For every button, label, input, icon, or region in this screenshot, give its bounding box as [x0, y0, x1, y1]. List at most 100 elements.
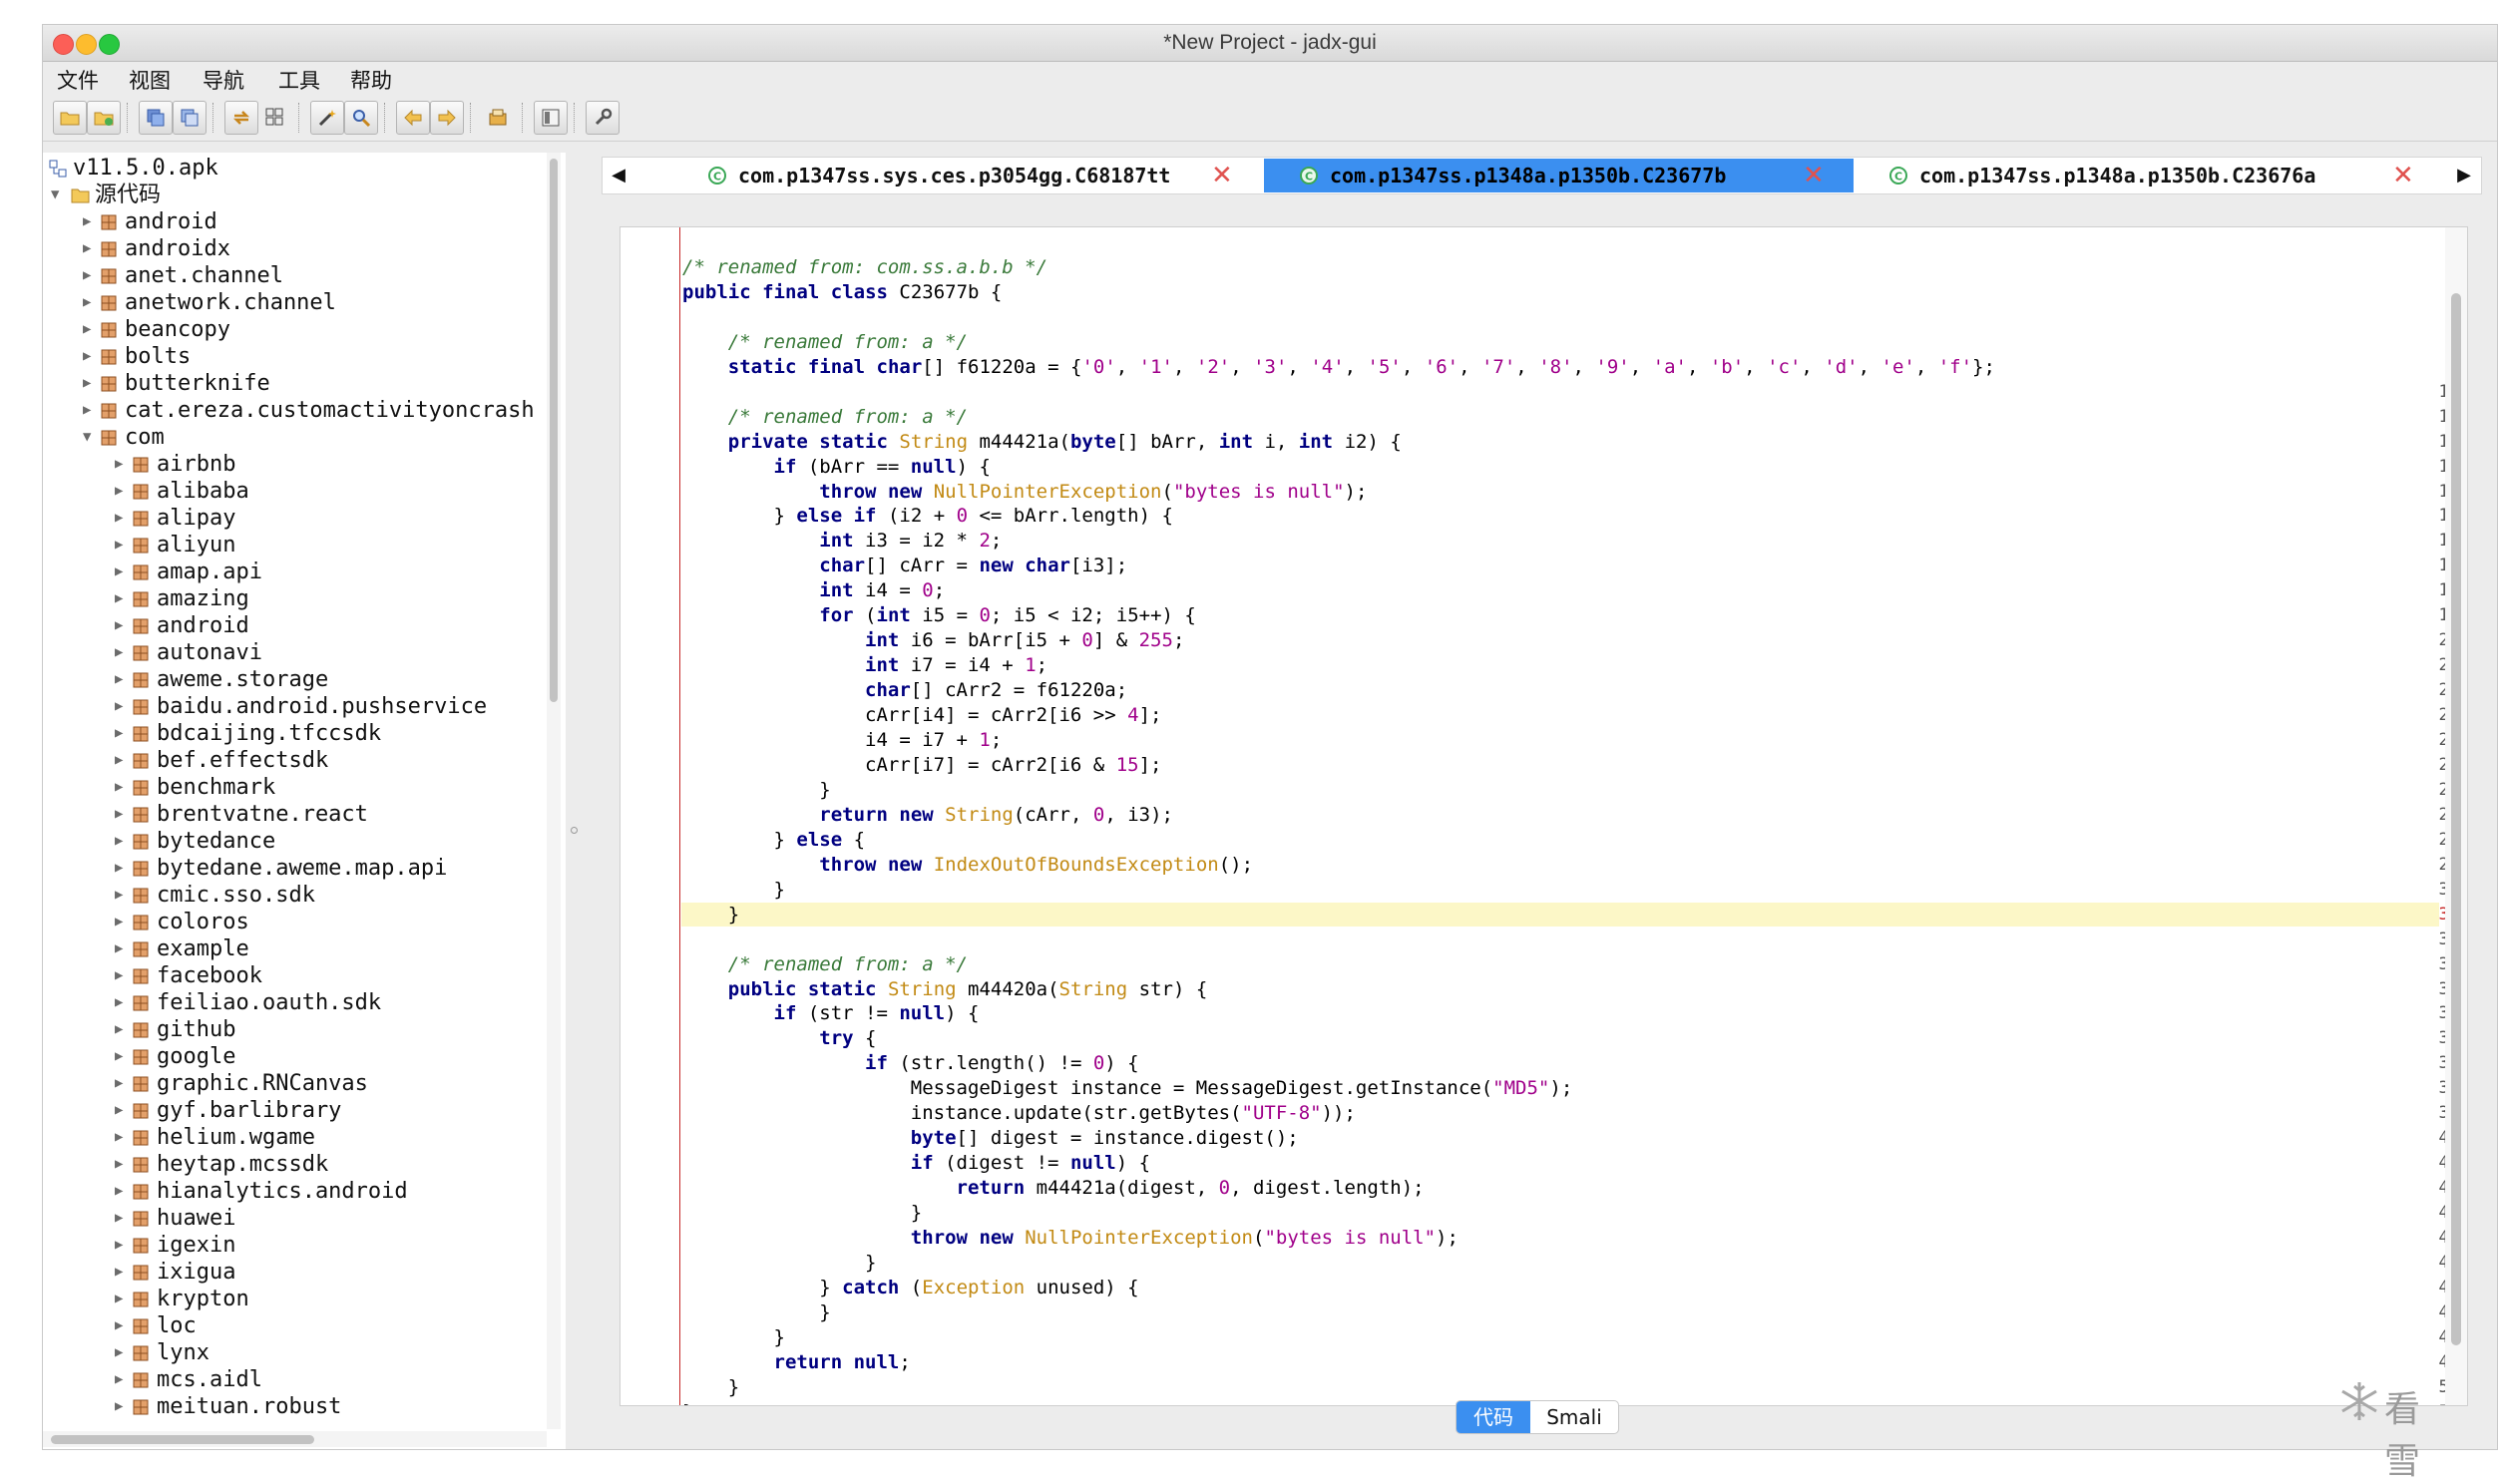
collapsed-arrow-icon[interactable]: ▶ — [115, 1259, 129, 1286]
collapsed-arrow-icon[interactable]: ▶ — [115, 855, 129, 882]
code-line[interactable]: } — [682, 1251, 876, 1275]
code-line[interactable]: } — [682, 1300, 830, 1324]
back-button[interactable] — [396, 101, 430, 135]
collapsed-arrow-icon[interactable]: ▶ — [115, 505, 129, 532]
code-line[interactable]: int i4 = 0; — [682, 578, 945, 602]
code-line[interactable]: } — [682, 1400, 693, 1405]
tab-2[interactable]: Ccom.p1347ss.p1348a.p1350b.C23677b ✕ — [1264, 159, 1854, 192]
collapsed-arrow-icon[interactable]: ▶ — [115, 585, 129, 612]
close-tab-icon[interactable]: ✕ — [1211, 159, 1233, 192]
search-button[interactable] — [344, 101, 378, 135]
collapsed-arrow-icon[interactable]: ▶ — [115, 693, 129, 720]
code-line[interactable]: return m44421a(digest, 0, digest.length)… — [682, 1176, 1425, 1200]
code-line[interactable]: try { — [682, 1026, 876, 1050]
code-line[interactable]: instance.update(str.getBytes("UTF-8")); — [682, 1101, 1356, 1125]
collapsed-arrow-icon[interactable]: ▶ — [115, 747, 129, 774]
code-line[interactable]: if (bArr == null) { — [682, 455, 991, 479]
collapsed-arrow-icon[interactable]: ▶ — [115, 1016, 129, 1043]
collapsed-arrow-icon[interactable]: ▶ — [115, 612, 129, 639]
code-line[interactable]: /* renamed from: com.ss.a.b.b */ — [682, 255, 1047, 279]
splitter-handle[interactable] — [566, 153, 582, 1449]
tree-horizontal-scrollbar[interactable] — [43, 1431, 547, 1447]
collapsed-arrow-icon[interactable]: ▶ — [83, 208, 97, 235]
collapsed-arrow-icon[interactable]: ▶ — [83, 343, 97, 370]
code-line[interactable]: if (str != null) { — [682, 1001, 980, 1025]
wand-button[interactable] — [310, 101, 344, 135]
scroll-thumb[interactable] — [2451, 293, 2461, 1345]
export-button[interactable] — [173, 101, 207, 135]
collapsed-arrow-icon[interactable]: ▶ — [115, 1124, 129, 1151]
collapsed-arrow-icon[interactable]: ▶ — [83, 289, 97, 316]
collapsed-arrow-icon[interactable]: ▶ — [83, 370, 97, 397]
collapsed-arrow-icon[interactable]: ▶ — [115, 1339, 129, 1366]
code-line[interactable]: } — [682, 1201, 922, 1225]
collapsed-arrow-icon[interactable]: ▶ — [115, 989, 129, 1016]
collapsed-arrow-icon[interactable]: ▶ — [115, 882, 129, 909]
collapsed-arrow-icon[interactable]: ▶ — [115, 1151, 129, 1178]
collapsed-arrow-icon[interactable]: ▶ — [115, 1043, 129, 1070]
flatten-button[interactable] — [258, 101, 292, 135]
collapsed-arrow-icon[interactable]: ▶ — [83, 397, 97, 424]
collapsed-arrow-icon[interactable]: ▶ — [115, 532, 129, 558]
code-line[interactable]: static final char[] f61220a = {'0', '1',… — [682, 355, 1995, 379]
collapsed-arrow-icon[interactable]: ▶ — [115, 828, 129, 855]
code-line[interactable]: if (str.length() != 0) { — [682, 1051, 1139, 1075]
smali-view-tab[interactable]: Smali — [1530, 1401, 1618, 1433]
code-line[interactable]: /* renamed from: a */ — [682, 405, 968, 429]
collapsed-arrow-icon[interactable]: ▶ — [115, 962, 129, 989]
collapsed-arrow-icon[interactable]: ▶ — [83, 235, 97, 262]
tree-vertical-scrollbar[interactable] — [547, 153, 561, 1429]
code-line[interactable]: /* renamed from: a */ — [682, 330, 968, 354]
code-line[interactable]: for (int i5 = 0; i5 < i2; i5++) { — [682, 603, 1196, 627]
collapsed-arrow-icon[interactable]: ▶ — [115, 1393, 129, 1420]
log-button[interactable] — [534, 101, 568, 135]
collapsed-arrow-icon[interactable]: ▶ — [115, 1178, 129, 1205]
collapsed-arrow-icon[interactable]: ▶ — [115, 1097, 129, 1124]
code-line[interactable]: return new String(cArr, 0, i3); — [682, 803, 1173, 827]
menu-file[interactable]: 文件 — [57, 65, 99, 95]
forward-button[interactable] — [430, 101, 464, 135]
collapsed-arrow-icon[interactable]: ▶ — [83, 262, 97, 289]
code-line[interactable]: public static String m44420a(String str)… — [682, 977, 1208, 1001]
preferences-button[interactable] — [586, 101, 620, 135]
collapsed-arrow-icon[interactable]: ▶ — [115, 1070, 129, 1097]
code-line[interactable]: } — [682, 778, 830, 802]
collapsed-arrow-icon[interactable]: ▶ — [115, 1366, 129, 1393]
code-line[interactable]: } — [682, 1325, 785, 1349]
open-file-button[interactable] — [53, 101, 87, 135]
code-line[interactable]: } catch (Exception unused) { — [682, 1276, 1138, 1299]
code-line[interactable]: MessageDigest instance = MessageDigest.g… — [682, 1076, 1573, 1100]
code-line[interactable]: } — [682, 903, 739, 927]
code-line[interactable]: throw new NullPointerException("bytes is… — [682, 480, 1367, 504]
sync-button[interactable] — [224, 101, 258, 135]
collapsed-arrow-icon[interactable]: ▶ — [115, 1312, 129, 1339]
code-line[interactable]: public final class C23677b { — [682, 280, 1002, 304]
code-line[interactable]: i4 = i7 + 1; — [682, 728, 1002, 752]
project-tree[interactable]: v11.5.0.apk ▼ 源代码 ▶ android ▶ androidx ▶ anet… — [43, 153, 567, 1449]
code-line[interactable]: int i6 = bArr[i5 + 0] & 255; — [682, 628, 1184, 652]
tab-3[interactable]: Ccom.p1347ss.p1348a.p1350b.C23676a ✕ — [1854, 159, 2442, 192]
menu-help[interactable]: 帮助 — [350, 65, 392, 95]
collapsed-arrow-icon[interactable]: ▶ — [115, 720, 129, 747]
scroll-thumb[interactable] — [51, 1435, 314, 1444]
editor-vertical-scrollbar[interactable] — [2445, 227, 2467, 1405]
scroll-thumb[interactable] — [550, 159, 558, 702]
code-line[interactable]: byte[] digest = instance.digest(); — [682, 1126, 1299, 1150]
code-view-tab[interactable]: 代码 — [1457, 1401, 1530, 1433]
collapsed-arrow-icon[interactable]: ▶ — [115, 935, 129, 962]
collapsed-arrow-icon[interactable]: ▶ — [83, 316, 97, 343]
collapsed-arrow-icon[interactable]: ▶ — [115, 1232, 129, 1259]
collapsed-arrow-icon[interactable]: ▶ — [115, 1205, 129, 1232]
collapsed-arrow-icon[interactable]: ▶ — [115, 639, 129, 666]
code-line[interactable]: } — [682, 1375, 739, 1399]
code-line[interactable]: int i7 = i4 + 1; — [682, 653, 1047, 677]
collapsed-arrow-icon[interactable]: ▶ — [115, 1286, 129, 1312]
collapsed-arrow-icon[interactable]: ▶ — [115, 774, 129, 801]
collapsed-arrow-icon[interactable]: ▶ — [115, 801, 129, 828]
tab-1[interactable]: Ccom.p1347ss.sys.ces.p3054gg.C68187tt ✕ — [672, 159, 1261, 192]
code-line[interactable]: char[] cArr2 = f61220a; — [682, 678, 1127, 702]
collapsed-arrow-icon[interactable]: ▶ — [115, 451, 129, 478]
save-all-button[interactable] — [139, 101, 173, 135]
menu-navigate[interactable]: 导航 — [203, 65, 244, 95]
expanded-arrow-icon[interactable]: ▼ — [83, 424, 97, 451]
